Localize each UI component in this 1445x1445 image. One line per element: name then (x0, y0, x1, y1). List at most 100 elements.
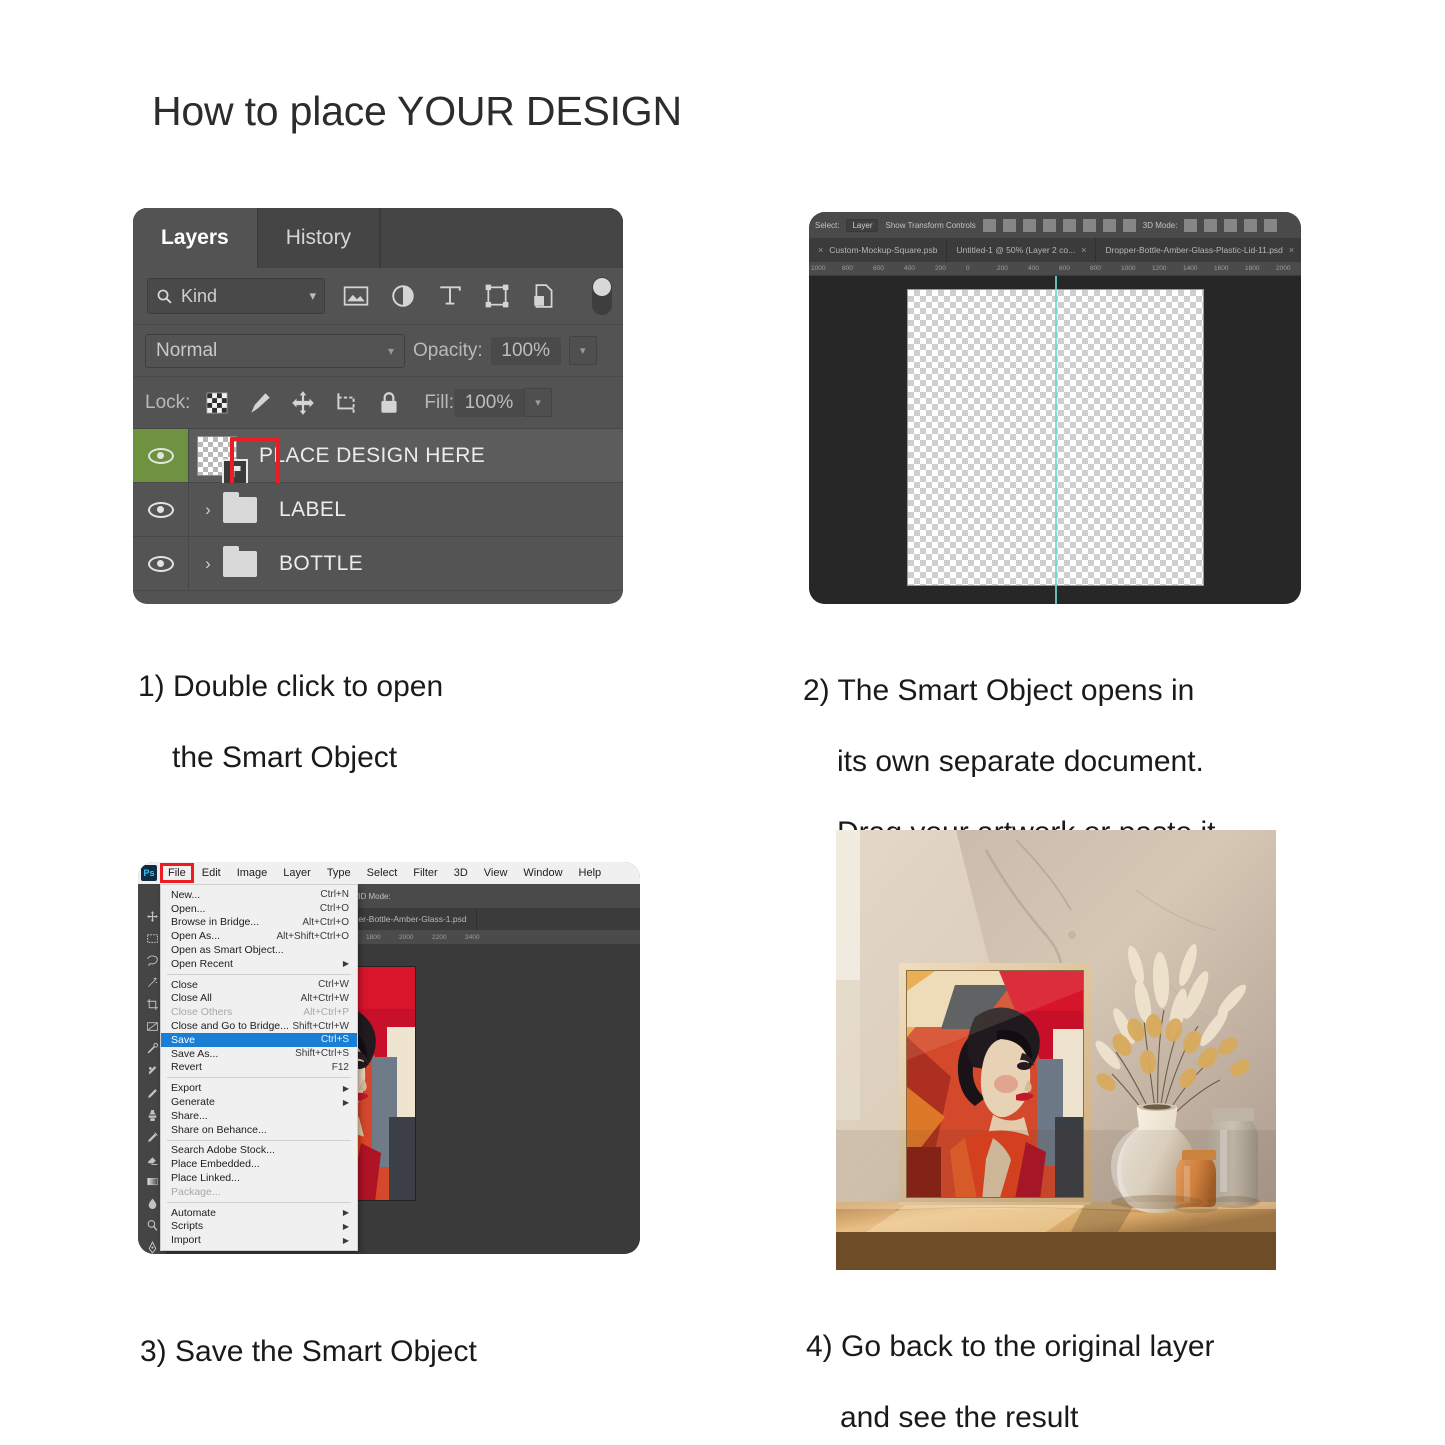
menu-type[interactable]: Type (319, 862, 359, 884)
menu-item-open-as[interactable]: Open As... Alt+Shift+Ctrl+O (161, 929, 357, 943)
menu-item-automate[interactable]: Automate ▶ (161, 1206, 357, 1220)
menu-item-save[interactable]: Save Ctrl+S (161, 1032, 357, 1047)
clone-stamp-tool-icon[interactable] (144, 1109, 161, 1122)
layer-row-bottle[interactable]: › BOTTLE (133, 537, 623, 591)
lock-all-icon[interactable] (376, 390, 402, 416)
menu-item-place-linked[interactable]: Place Linked... (161, 1171, 357, 1185)
shape-layer-filter-icon[interactable] (484, 283, 510, 309)
move-tool-icon[interactable] (144, 910, 161, 923)
lasso-tool-icon[interactable] (144, 954, 161, 967)
tab-history[interactable]: History (257, 208, 381, 268)
layer-row-label[interactable]: › LABEL (133, 483, 623, 537)
lock-transparent-pixels-icon[interactable] (204, 390, 230, 416)
opacity-value[interactable]: 100% (490, 336, 561, 365)
distribute-right-icon[interactable] (1102, 218, 1116, 232)
menu-help[interactable]: Help (571, 862, 610, 884)
eraser-tool-icon[interactable] (144, 1153, 161, 1166)
pen-tool-icon[interactable] (144, 1240, 161, 1254)
menu-edit[interactable]: Edit (194, 862, 229, 884)
dodge-tool-icon[interactable] (144, 1219, 161, 1232)
menu-item-save-as[interactable]: Save As... Shift+Ctrl+S (161, 1047, 357, 1061)
layer-visibility-toggle[interactable] (133, 429, 189, 482)
chevron-right-icon[interactable]: › (195, 554, 221, 574)
scale-3d-icon[interactable] (1264, 218, 1278, 232)
gradient-tool-icon[interactable] (144, 1175, 161, 1188)
menu-item-share[interactable]: Share... (161, 1109, 357, 1123)
menu-item-revert[interactable]: Revert F12 (161, 1061, 357, 1075)
menu-item-close-and-go-to-bridge[interactable]: Close and Go to Bridge... Shift+Ctrl+W (161, 1019, 357, 1033)
menu-item-open[interactable]: Open... Ctrl+O (161, 902, 357, 916)
menu-item-share-on-behance[interactable]: Share on Behance... (161, 1123, 357, 1137)
menu-item-import[interactable]: Import ▶ (161, 1233, 357, 1247)
document-tab[interactable]: Dropper-Bottle-Amber-Glass-Plastic-Lid-1… (1096, 238, 1301, 262)
lock-position-icon[interactable] (290, 390, 316, 416)
tab-layers[interactable]: Layers (133, 208, 258, 268)
menu-item-search-adobe-stock[interactable]: Search Adobe Stock... (161, 1144, 357, 1158)
eye-icon (147, 447, 174, 464)
menu-view[interactable]: View (476, 862, 516, 884)
rotate-3d-icon[interactable] (1184, 218, 1198, 232)
close-icon[interactable]: × (818, 245, 823, 255)
menu-item-place-embedded[interactable]: Place Embedded... (161, 1157, 357, 1171)
lock-artboard-nesting-icon[interactable] (333, 390, 359, 416)
layer-thumbnail[interactable] (197, 435, 248, 485)
distribute-left-icon[interactable] (1062, 218, 1076, 232)
layer-visibility-toggle[interactable] (133, 483, 189, 536)
menu-3d[interactable]: 3D (446, 862, 476, 884)
close-icon[interactable]: × (1289, 245, 1294, 255)
crop-tool-icon[interactable] (144, 998, 161, 1011)
pan-3d-icon[interactable] (1224, 218, 1238, 232)
menu-item-export[interactable]: Export ▶ (161, 1081, 357, 1095)
healing-brush-tool-icon[interactable] (144, 1064, 161, 1077)
menu-filter[interactable]: Filter (405, 862, 445, 884)
smart-object-filter-icon[interactable] (531, 283, 557, 309)
marquee-tool-icon[interactable] (144, 932, 161, 945)
menu-item-open-recent[interactable]: Open Recent ▶ (161, 957, 357, 971)
menu-item-close-all[interactable]: Close All Alt+Ctrl+W (161, 992, 357, 1006)
document-tab-label: Dropper-Bottle-Amber-Glass-Plastic-Lid-1… (1105, 245, 1283, 255)
align-right-icon[interactable] (1022, 218, 1036, 232)
menu-layer[interactable]: Layer (275, 862, 319, 884)
roll-3d-icon[interactable] (1204, 218, 1218, 232)
align-center-h-icon[interactable] (1002, 218, 1016, 232)
fill-stepper[interactable]: ▾ (523, 388, 552, 417)
blend-mode-dropdown[interactable]: Normal ▾ (145, 333, 405, 368)
more-options-icon[interactable] (1122, 218, 1136, 232)
chevron-right-icon[interactable]: › (195, 500, 221, 520)
menu-item-browse-in-bridge[interactable]: Browse in Bridge... Alt+Ctrl+O (161, 916, 357, 930)
menu-item-close[interactable]: Close Ctrl+W (161, 978, 357, 992)
menu-item-new[interactable]: New... Ctrl+N (161, 888, 357, 902)
layer-visibility-toggle[interactable] (133, 537, 189, 590)
blur-tool-icon[interactable] (144, 1197, 161, 1210)
menu-select[interactable]: Select (359, 862, 406, 884)
filter-toggle-switch[interactable] (592, 277, 612, 315)
select-target-dropdown[interactable]: Layer (846, 218, 879, 232)
fill-value[interactable]: 100% (453, 388, 524, 417)
document-tab[interactable]: × Custom-Mockup-Square.psb (809, 238, 948, 262)
blend-mode-value: Normal (156, 339, 218, 361)
magic-wand-tool-icon[interactable] (144, 976, 161, 989)
type-layer-filter-icon[interactable] (437, 283, 463, 309)
adjustment-layer-filter-icon[interactable] (390, 283, 416, 309)
pixel-layer-filter-icon[interactable] (343, 283, 369, 309)
layer-row-place-design-here[interactable]: PLACE DESIGN HERE (133, 429, 623, 487)
slide-3d-icon[interactable] (1244, 218, 1258, 232)
opacity-stepper[interactable]: ▾ (568, 336, 597, 365)
eyedropper-tool-icon[interactable] (144, 1042, 161, 1055)
align-top-icon[interactable] (1042, 218, 1056, 232)
menu-item-scripts[interactable]: Scripts ▶ (161, 1220, 357, 1234)
document-tab[interactable]: Untitled-1 @ 50% (Layer 2 co... × (947, 238, 1097, 262)
align-left-icon[interactable] (982, 218, 996, 232)
distribute-center-icon[interactable] (1082, 218, 1096, 232)
lock-image-pixels-icon[interactable] (247, 390, 273, 416)
filter-kind-dropdown[interactable]: Kind ▾ (147, 278, 325, 314)
slice-tool-icon[interactable] (144, 1020, 161, 1033)
brush-tool-icon[interactable] (144, 1087, 161, 1100)
menu-item-generate[interactable]: Generate ▶ (161, 1095, 357, 1109)
menu-window[interactable]: Window (515, 862, 570, 884)
history-brush-tool-icon[interactable] (144, 1131, 161, 1144)
menu-item-open-as-smart-object[interactable]: Open as Smart Object... (161, 943, 357, 957)
close-icon[interactable]: × (1081, 245, 1086, 255)
menu-image[interactable]: Image (229, 862, 276, 884)
show-transform-controls-checkbox[interactable]: Show Transform Controls (885, 221, 975, 230)
